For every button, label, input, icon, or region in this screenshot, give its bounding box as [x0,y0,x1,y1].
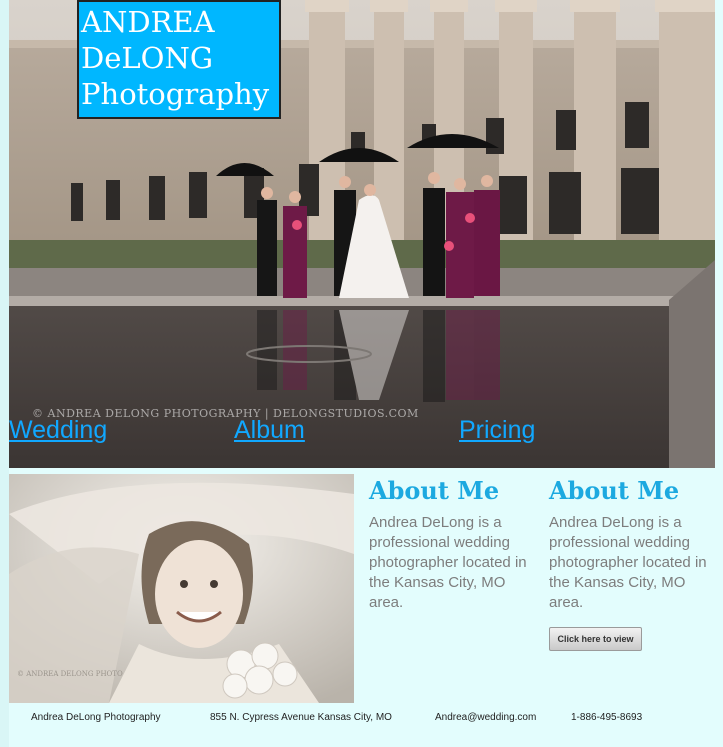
site-logo[interactable]: ANDREA DeLONG Photography [77,0,281,119]
about-text: Andrea DeLong is a professional wedding … [369,514,527,611]
bride-photo: © ANDREA DELONG PHOTO [9,474,354,703]
about-heading: About Me [549,476,680,505]
footer-name: Andrea DeLong Photography [31,712,161,723]
logo-line-2: DeLONG [81,41,213,75]
bride-photo-watermark: © ANDREA DELONG PHOTO [17,670,123,678]
nav-link-album[interactable]: Album [234,416,305,445]
footer-phone: 1-886-495-8693 [571,712,643,723]
view-button[interactable]: Click here to view [549,627,642,651]
nav-link-pricing[interactable]: Pricing [459,416,535,445]
logo-line-3: Photography [81,77,270,111]
footer-address: 855 N. Cypress Avenue Kansas City, MO [210,712,392,723]
about-heading: About Me [369,476,500,505]
about-section-1: About Me Andrea DeLong is a professional… [369,474,539,613]
bride-illustration: © ANDREA DELONG PHOTO [9,474,354,703]
hero-photo: ANDREA DeLONG Photography © ANDREA DELON… [9,0,715,468]
nav-link-wedding[interactable]: Wedding [9,416,107,445]
left-border [0,0,9,747]
footer-email[interactable]: Andrea@wedding.com [435,712,536,723]
about-section-2: About Me Andrea DeLong is a professional… [549,474,719,613]
logo-line-1: ANDREA [81,5,215,39]
about-text: Andrea DeLong is a professional wedding … [549,514,707,611]
